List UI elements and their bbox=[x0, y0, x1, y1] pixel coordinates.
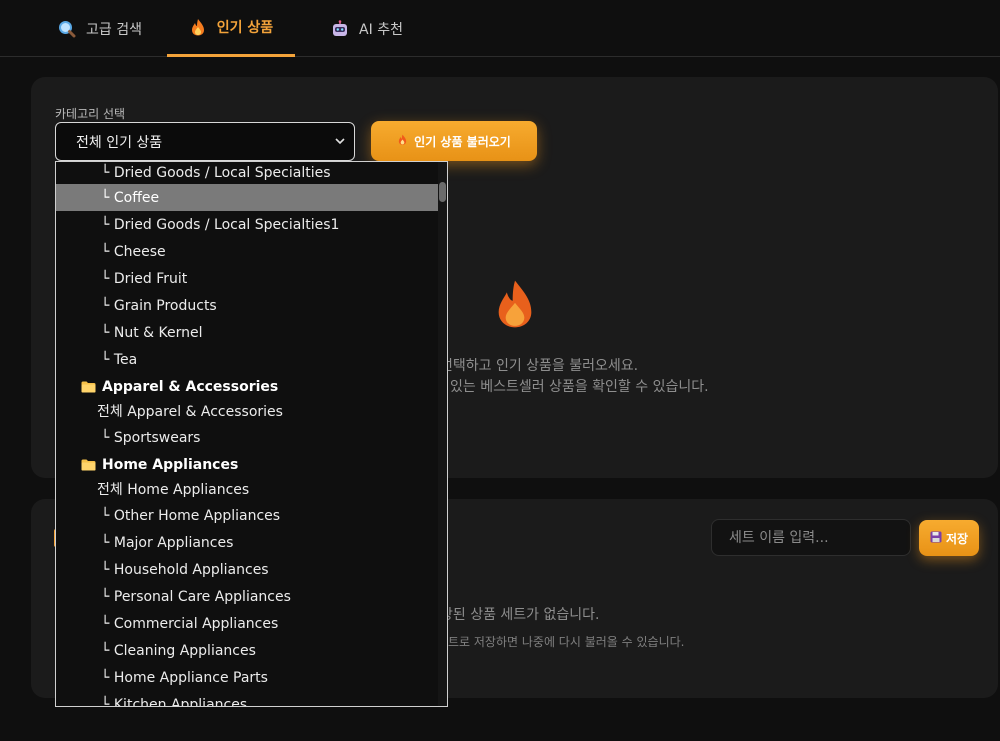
load-popular-button[interactable]: 인기 상품 불러오기 bbox=[371, 121, 537, 161]
fire-icon bbox=[189, 18, 207, 36]
tab-label: 고급 검색 bbox=[86, 21, 142, 38]
tab-label: 인기 상품 bbox=[216, 20, 274, 36]
option-label: └ Cleaning Appliances bbox=[101, 642, 256, 659]
option-label: Home Appliances bbox=[102, 456, 239, 473]
category-select[interactable]: 전체 인기 상품 bbox=[55, 122, 355, 161]
dropdown-option[interactable]: 전체 Apparel & Accessories bbox=[56, 397, 439, 424]
dropdown-option[interactable]: └ Household Appliances bbox=[56, 556, 439, 583]
magnifier-icon bbox=[58, 20, 76, 38]
save-set-button[interactable]: 저장 bbox=[919, 520, 979, 556]
dropdown-option[interactable]: └ Dried Fruit bbox=[56, 265, 439, 292]
dropdown-option[interactable]: └ Sportswears bbox=[56, 424, 439, 451]
dropdown-option[interactable]: 전체 Home Appliances bbox=[56, 475, 439, 502]
option-label: └ Personal Care Appliances bbox=[101, 588, 291, 605]
category-dropdown-list[interactable]: └ Dried Goods / Local Specialties └ Coffe… bbox=[55, 161, 448, 707]
empty-state-text: 선택하고 인기 상품을 불러오세요. bbox=[440, 358, 639, 374]
dropdown-group-header: Apparel & Accessories bbox=[56, 373, 439, 400]
dropdown-option[interactable]: └ Coffee bbox=[56, 184, 439, 211]
dropdown-option[interactable]: └ Commercial Appliances bbox=[56, 610, 439, 637]
dropdown-option[interactable]: └ Kitchen Appliances bbox=[56, 691, 439, 707]
dropdown-option[interactable]: └ Major Appliances bbox=[56, 529, 439, 556]
folder-icon bbox=[81, 381, 96, 393]
option-label: └ Other Home Appliances bbox=[101, 507, 281, 524]
load-button-label: 인기 상품 불러오기 bbox=[414, 134, 511, 149]
tab-bar: 고급 검색 인기 상품 AI 추천 bbox=[0, 0, 1000, 57]
option-label: └ Cheese bbox=[101, 243, 166, 260]
category-select-value: 전체 인기 상품 bbox=[76, 134, 163, 151]
fire-icon bbox=[494, 278, 536, 330]
option-label: └ Major Appliances bbox=[101, 534, 234, 551]
dropdown-option[interactable]: └ Personal Care Appliances bbox=[56, 583, 439, 610]
option-label: └ Dried Fruit bbox=[101, 270, 188, 287]
dropdown-group-header: Home Appliances bbox=[56, 451, 439, 478]
tab-popular-products[interactable]: 인기 상품 bbox=[167, 0, 295, 57]
tab-ai-recommend[interactable]: AI 추천 bbox=[312, 0, 422, 57]
option-label: └ Sportswears bbox=[101, 429, 201, 446]
dropdown-scrollbar[interactable] bbox=[438, 162, 447, 706]
chevron-down-icon bbox=[334, 135, 346, 147]
option-label: └ Dried Goods / Local Specialties bbox=[101, 164, 331, 181]
option-label: └ Coffee bbox=[101, 189, 160, 206]
tab-label: AI 추천 bbox=[359, 21, 403, 38]
dropdown-option[interactable]: └ Nut & Kernel bbox=[56, 319, 439, 346]
option-label: 전체 Apparel & Accessories bbox=[97, 403, 283, 420]
dropdown-option[interactable]: └ Tea bbox=[56, 346, 439, 373]
dropdown-option[interactable]: └ Cleaning Appliances bbox=[56, 637, 439, 664]
empty-sets-text: 장된 상품 세트가 없습니다. bbox=[440, 607, 600, 623]
category-label: 카테고리 선택 bbox=[55, 107, 126, 121]
save-button-label: 저장 bbox=[945, 531, 969, 546]
option-label: └ Household Appliances bbox=[101, 561, 269, 578]
tab-advanced-search[interactable]: 고급 검색 bbox=[40, 0, 160, 57]
option-label: └ Grain Products bbox=[101, 297, 217, 314]
scrollbar-thumb[interactable] bbox=[439, 182, 446, 202]
option-label: └ Nut & Kernel bbox=[101, 324, 203, 341]
robot-icon bbox=[331, 19, 349, 38]
dropdown-option[interactable]: └ Home Appliance Parts bbox=[56, 664, 439, 691]
dropdown-option[interactable]: └ Dried Goods / Local Specialties bbox=[56, 162, 439, 186]
dropdown-option[interactable]: └ Dried Goods / Local Specialties1 bbox=[56, 211, 439, 238]
option-label: └ Dried Goods / Local Specialties1 bbox=[101, 216, 340, 233]
option-label: └ Home Appliance Parts bbox=[101, 669, 268, 686]
option-label: Apparel & Accessories bbox=[102, 378, 279, 395]
floppy-disk-icon bbox=[930, 531, 942, 546]
empty-state-subtext: 있는 베스트셀러 상품을 확인할 수 있습니다. bbox=[450, 379, 709, 395]
dropdown-option[interactable]: └ Cheese bbox=[56, 238, 439, 265]
set-name-input[interactable] bbox=[711, 519, 911, 556]
folder-icon bbox=[81, 459, 96, 471]
dropdown-option[interactable]: └ Other Home Appliances bbox=[56, 502, 439, 529]
option-label: 전체 Home Appliances bbox=[97, 481, 250, 498]
dropdown-option[interactable]: └ Grain Products bbox=[56, 292, 439, 319]
fire-icon bbox=[397, 133, 408, 149]
option-label: └ Tea bbox=[101, 351, 138, 368]
empty-sets-subtext: 트로 저장하면 나중에 다시 불러올 수 있습니다. bbox=[448, 635, 685, 649]
option-label: └ Kitchen Appliances bbox=[101, 696, 248, 707]
option-label: └ Commercial Appliances bbox=[101, 615, 279, 632]
